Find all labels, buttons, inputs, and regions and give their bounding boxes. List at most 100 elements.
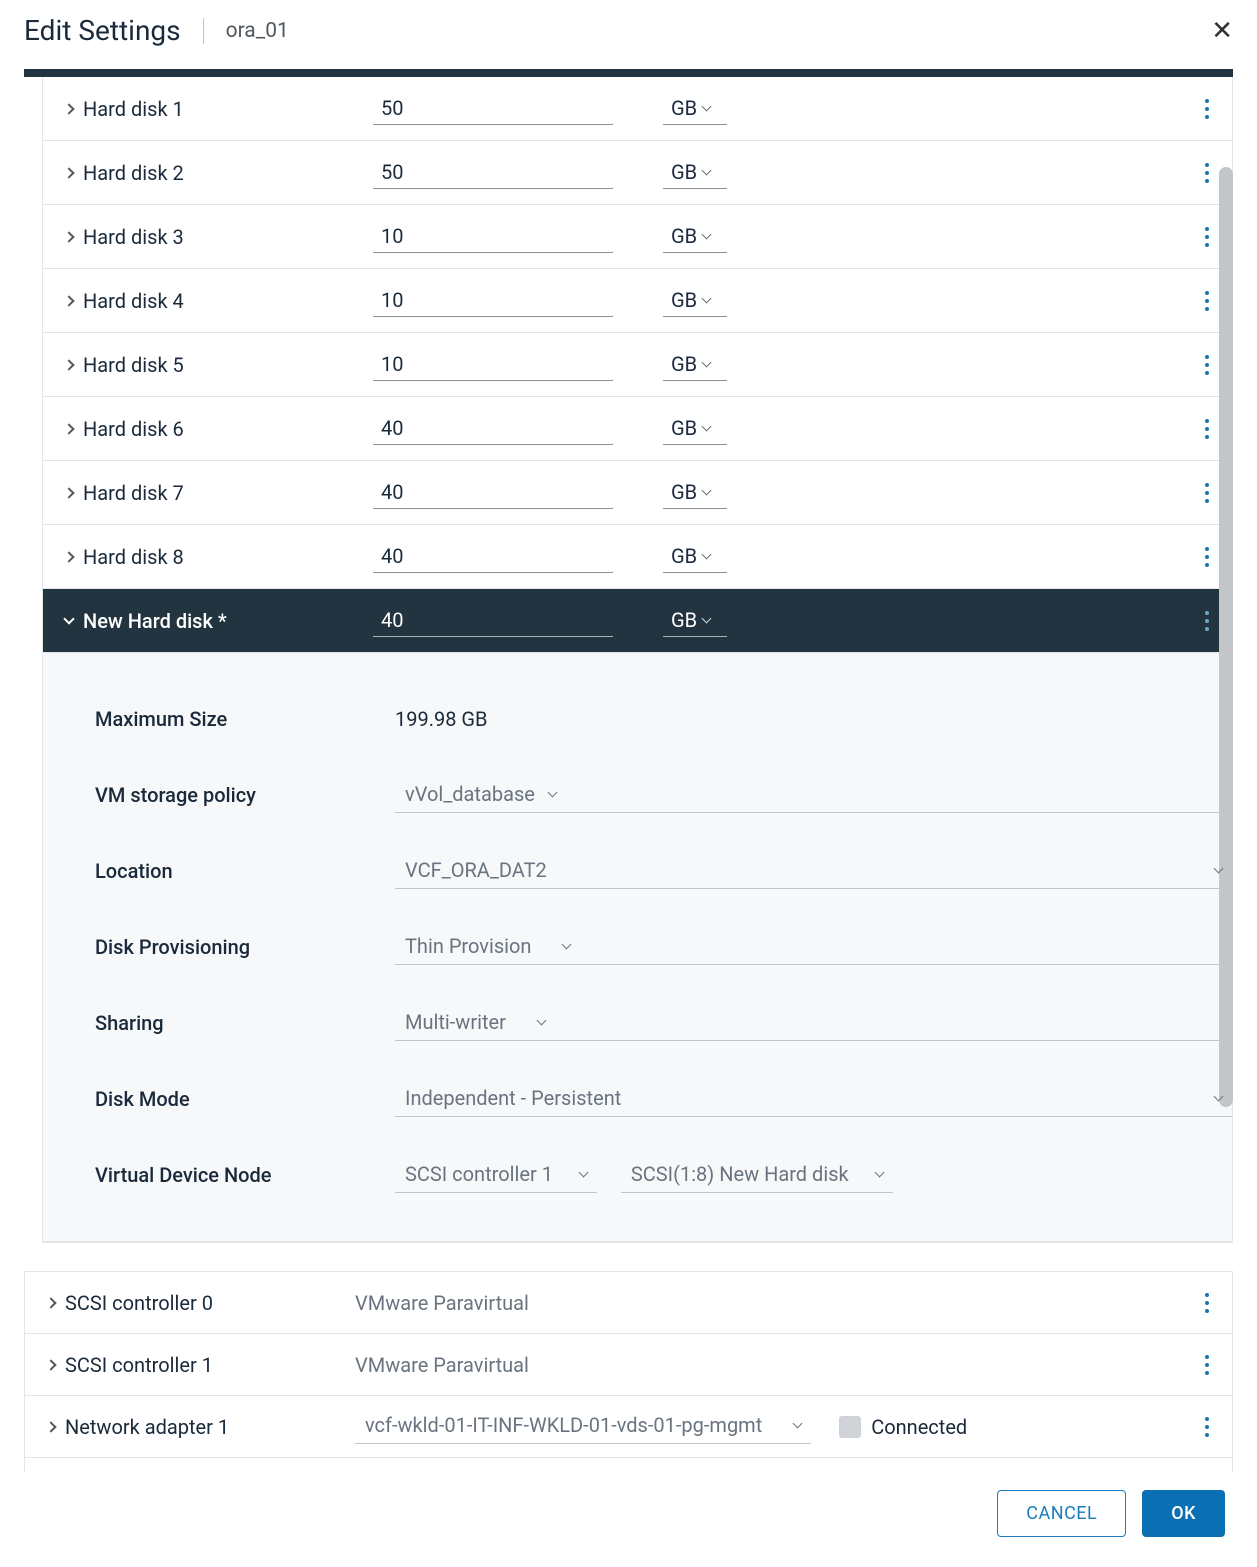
chevron-down-icon: [63, 613, 74, 624]
disk-name: Hard disk 3: [83, 225, 184, 249]
disk-unit-select[interactable]: GB: [663, 412, 727, 445]
disk-size-input[interactable]: [373, 220, 613, 253]
chevron-right-icon: [63, 359, 74, 370]
scsi-controller-row: SCSI controller 1 VMware Paravirtual: [25, 1334, 1232, 1396]
more-actions-icon[interactable]: [1205, 491, 1209, 495]
disk-unit-select[interactable]: GB: [663, 92, 727, 125]
ok-button[interactable]: OK: [1142, 1490, 1225, 1537]
device-node-label: Virtual Device Node: [95, 1163, 395, 1187]
disk-size-input[interactable]: [373, 412, 613, 445]
disk-expand-toggle[interactable]: Hard disk 5: [43, 353, 373, 377]
sharing-select[interactable]: Multi-writer: [395, 1006, 1232, 1041]
controller-name: SCSI controller 1: [65, 1353, 213, 1377]
disk-size-input[interactable]: [373, 604, 613, 637]
location-select[interactable]: VCF_ORA_DAT2: [395, 854, 1232, 889]
more-actions-icon[interactable]: [1205, 363, 1209, 367]
disk-size-input[interactable]: [373, 284, 613, 317]
disk-mode-label: Disk Mode: [95, 1087, 395, 1111]
disk-expand-toggle[interactable]: Hard disk 1: [43, 97, 373, 121]
device-node-slot-select[interactable]: SCSI(1:8) New Hard disk: [621, 1158, 893, 1193]
network-adapter-row: Network adapter 1 vcf-wkld-01-IT-INF-WKL…: [25, 1396, 1232, 1458]
disk-name: Hard disk 1: [83, 97, 184, 121]
chevron-right-icon: [63, 103, 74, 114]
storage-policy-select[interactable]: vVol_database: [395, 778, 1232, 813]
network-select[interactable]: vcf-wkld-01-IT-INF-WKLD-01-vds-01-pg-mgm…: [355, 1409, 811, 1444]
disk-size-input[interactable]: [373, 540, 613, 573]
more-actions-icon[interactable]: [1205, 1301, 1209, 1305]
more-actions-icon[interactable]: [1205, 1425, 1209, 1429]
disk-expand-toggle[interactable]: Hard disk 3: [43, 225, 373, 249]
disk-unit-select[interactable]: GB: [663, 604, 727, 637]
controller-expand-toggle[interactable]: SCSI controller 1: [25, 1353, 355, 1377]
chevron-right-icon: [63, 167, 74, 178]
controller-type: VMware Paravirtual: [355, 1353, 529, 1377]
hard-disk-row: Hard disk 7 GB: [43, 461, 1232, 525]
more-actions-icon[interactable]: [1205, 299, 1209, 303]
vm-name: ora_01: [226, 19, 289, 43]
connected-label: Connected: [550, 1472, 646, 1473]
disk-expand-toggle[interactable]: New Hard disk *: [43, 609, 373, 633]
disk-expand-toggle[interactable]: Hard disk 7: [43, 481, 373, 505]
dialog-footer: CANCEL OK: [0, 1472, 1257, 1567]
chevron-right-icon: [63, 231, 74, 242]
disk-expand-toggle[interactable]: Hard disk 4: [43, 289, 373, 313]
disk-expand-toggle[interactable]: Hard disk 6: [43, 417, 373, 441]
more-actions-icon[interactable]: [1205, 235, 1209, 239]
chevron-down-icon: [702, 166, 712, 176]
chevron-down-icon: [702, 294, 712, 304]
disk-unit-select[interactable]: GB: [663, 476, 727, 509]
scrollbar-thumb[interactable]: [1219, 167, 1233, 1107]
chevron-down-icon: [547, 787, 557, 797]
network-name: Network adapter 1: [65, 1415, 229, 1439]
disk-size-input[interactable]: [373, 476, 613, 509]
hard-disk-row: Hard disk 5 GB: [43, 333, 1232, 397]
chevron-right-icon: [45, 1359, 56, 1370]
network-expand-toggle[interactable]: Network adapter 1: [25, 1415, 355, 1439]
disk-expand-toggle[interactable]: Hard disk 2: [43, 161, 373, 185]
new-hard-disk-row: New Hard disk * GB: [43, 589, 1232, 653]
disk-unit-select[interactable]: GB: [663, 220, 727, 253]
more-actions-icon[interactable]: [1205, 1363, 1209, 1367]
chevron-down-icon: [702, 358, 712, 368]
disk-unit-select[interactable]: GB: [663, 540, 727, 573]
disk-size-input[interactable]: [373, 156, 613, 189]
chevron-right-icon: [45, 1297, 56, 1308]
disk-expand-toggle[interactable]: Hard disk 8: [43, 545, 373, 569]
more-actions-icon[interactable]: [1205, 427, 1209, 431]
disk-name: New Hard disk *: [83, 609, 227, 633]
close-icon[interactable]: ✕: [1211, 18, 1233, 44]
max-size-value: 199.98 GB: [395, 707, 1232, 731]
device-node-controller-select[interactable]: SCSI controller 1: [395, 1158, 597, 1193]
cancel-button[interactable]: CANCEL: [997, 1490, 1126, 1537]
hard-disk-row: Hard disk 1 GB: [43, 77, 1232, 141]
connected-label: Connected: [871, 1415, 967, 1439]
disk-unit-select[interactable]: GB: [663, 284, 727, 317]
provisioning-select[interactable]: Thin Provision: [395, 930, 1232, 965]
chevron-down-icon: [562, 939, 572, 949]
network-name: Network adapter 2: [65, 1472, 229, 1473]
network-expand-toggle[interactable]: Network adapter 2: [25, 1472, 355, 1473]
connected-checkbox[interactable]: [839, 1416, 861, 1438]
provisioning-label: Disk Provisioning: [95, 935, 395, 959]
disk-unit-select[interactable]: GB: [663, 156, 727, 189]
sharing-label: Sharing: [95, 1011, 395, 1035]
more-actions-icon[interactable]: [1205, 107, 1209, 111]
more-actions-icon[interactable]: [1205, 171, 1209, 175]
title-divider: [203, 18, 204, 44]
chevron-right-icon: [63, 423, 74, 434]
chevron-down-icon: [874, 1167, 884, 1177]
disk-size-input[interactable]: [373, 92, 613, 125]
controller-expand-toggle[interactable]: SCSI controller 0: [25, 1291, 355, 1315]
more-actions-icon[interactable]: [1205, 619, 1209, 623]
scsi-controller-row: SCSI controller 0 VMware Paravirtual: [25, 1272, 1232, 1334]
network-select[interactable]: vlan-180: [355, 1466, 490, 1472]
controller-type: VMware Paravirtual: [355, 1291, 529, 1315]
more-actions-icon[interactable]: [1205, 555, 1209, 559]
disk-unit-select[interactable]: GB: [663, 348, 727, 381]
chevron-down-icon: [702, 102, 712, 112]
hard-disk-row: Hard disk 3 GB: [43, 205, 1232, 269]
disk-size-input[interactable]: [373, 348, 613, 381]
scroll-area[interactable]: Hard disk 1 GB Hard disk 2 GB Hard disk …: [0, 77, 1257, 1472]
disk-name: Hard disk 7: [83, 481, 184, 505]
disk-mode-select[interactable]: Independent - Persistent: [395, 1082, 1232, 1117]
